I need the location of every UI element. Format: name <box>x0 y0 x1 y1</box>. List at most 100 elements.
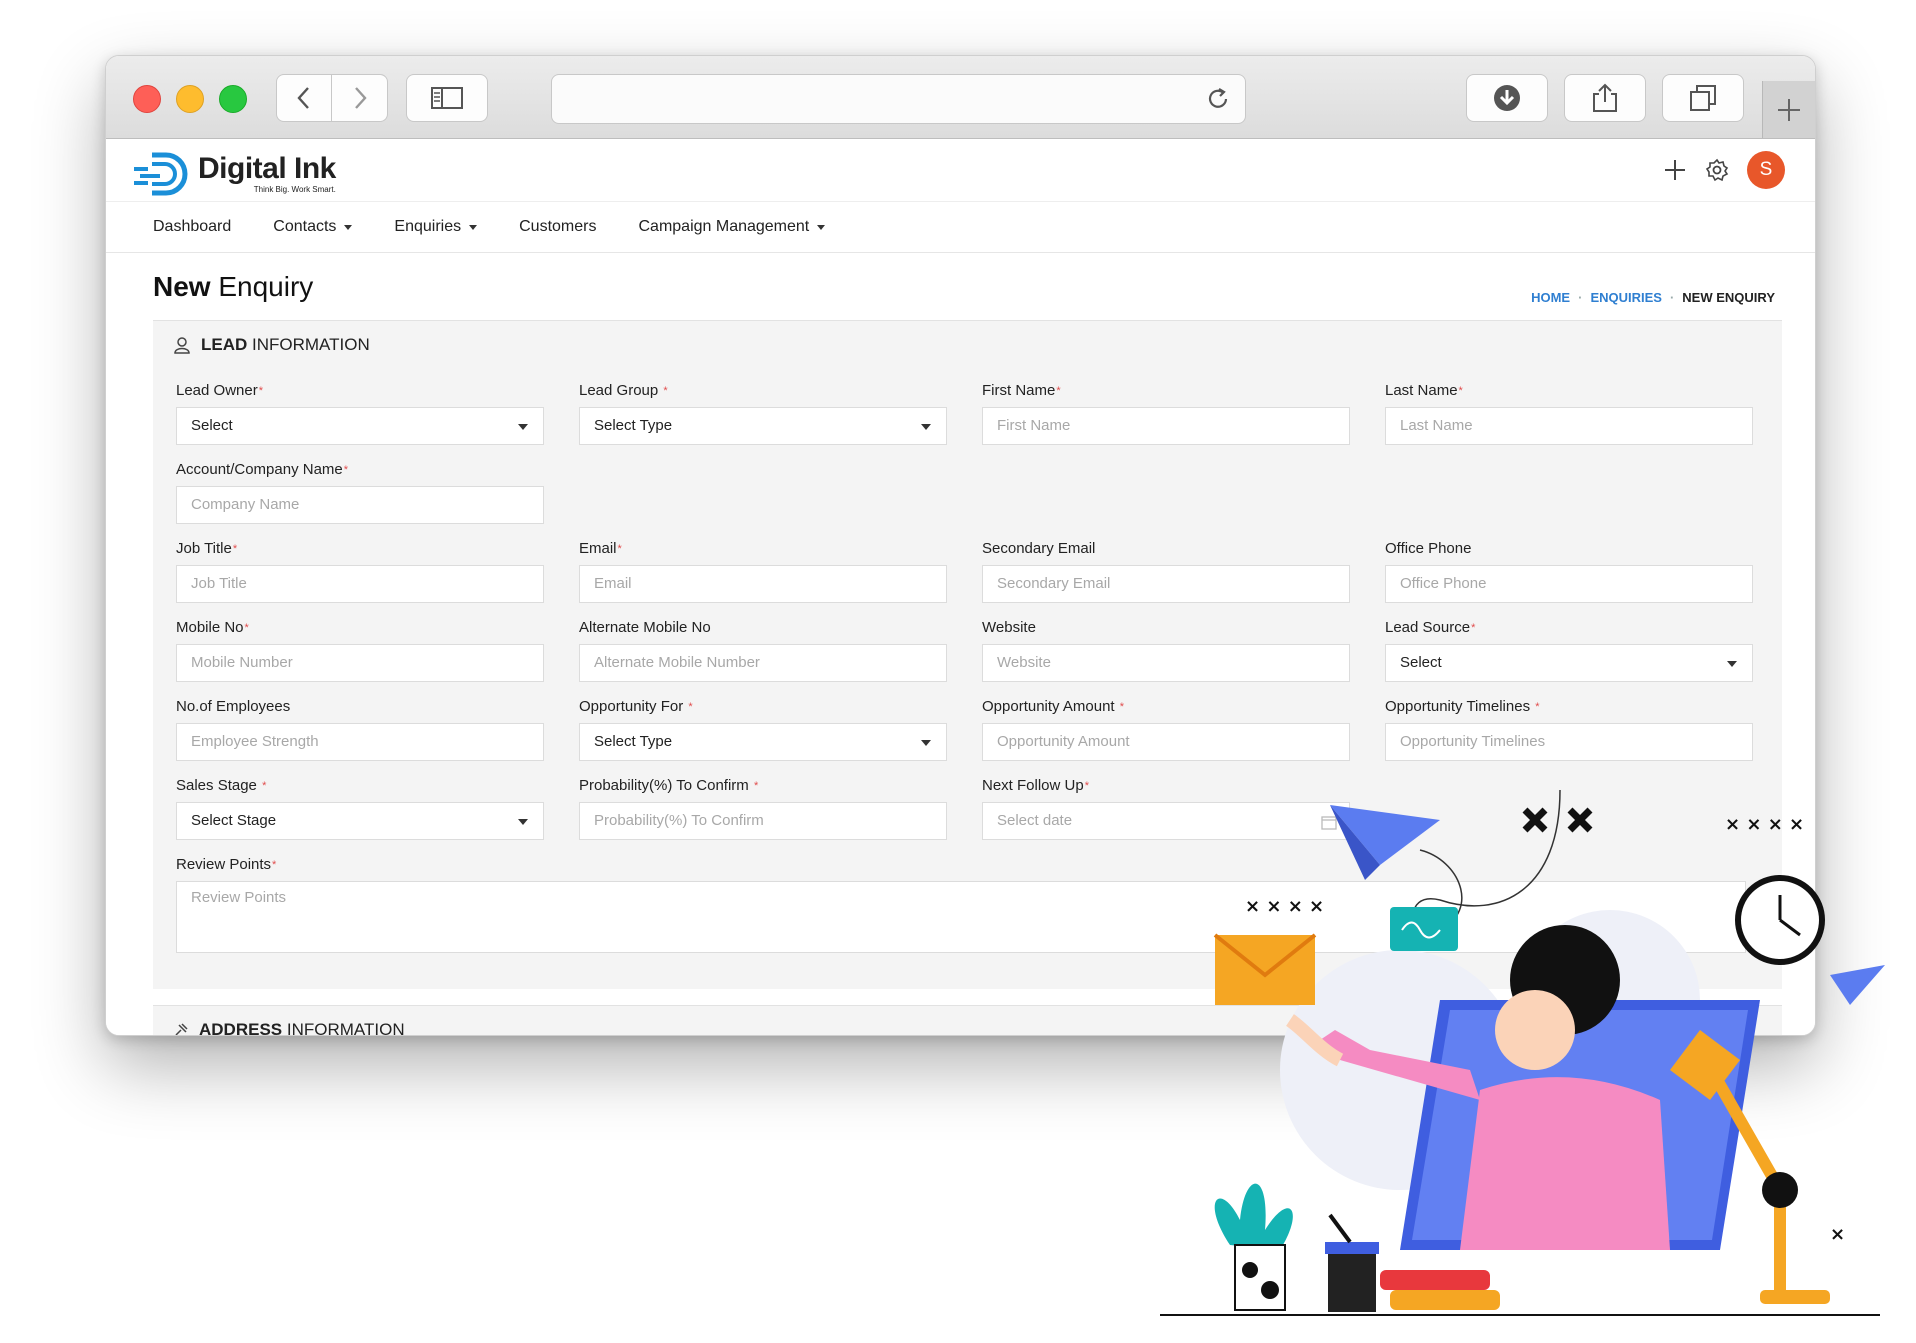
nav-label: Enquiries <box>394 218 462 235</box>
lead-source-select[interactable]: Select <box>1385 644 1753 682</box>
paper-plane-icon <box>1830 965 1885 1005</box>
nav-dashboard[interactable]: Dashboard <box>153 218 231 236</box>
address-bar[interactable] <box>551 74 1246 124</box>
pin-icon <box>175 1023 188 1035</box>
new-tab-button[interactable] <box>1762 81 1815 138</box>
email-input[interactable]: Email <box>579 565 947 603</box>
nav-label: Dashboard <box>153 218 232 235</box>
back-button[interactable] <box>276 74 332 122</box>
field-label: Opportunity For <box>579 698 684 715</box>
user-avatar[interactable]: S <box>1747 151 1785 189</box>
field-label: Website <box>982 619 1036 636</box>
lead-group-select[interactable]: Select Type <box>579 407 947 445</box>
field-label: Job Title <box>176 540 232 557</box>
dropdown-arrow-icon <box>518 424 528 430</box>
caret-down-icon <box>469 224 478 230</box>
main-content: New Enquiry HOME · ENQUIRIES · NEW ENQUI… <box>153 265 1782 1035</box>
reload-icon[interactable] <box>1205 86 1231 112</box>
website-input[interactable]: Website <box>982 644 1350 682</box>
website-field: Website Website <box>982 618 1350 682</box>
last-name-field: Last Name* Last Name <box>1385 381 1753 445</box>
employees-input[interactable]: Employee Strength <box>176 723 544 761</box>
browser-toolbar <box>106 56 1815 139</box>
secondary-email-field: Secondary Email Secondary Email <box>982 539 1350 603</box>
field-label: Alternate Mobile No <box>579 619 711 636</box>
chat-bubble-icon <box>1390 907 1458 951</box>
secondary-email-input[interactable]: Secondary Email <box>982 565 1350 603</box>
field-label: Email <box>579 540 617 557</box>
opportunity-timelines-field: Opportunity Timelines * Opportunity Time… <box>1385 697 1753 761</box>
office-phone-field: Office Phone Office Phone <box>1385 539 1753 603</box>
probability-input[interactable]: Probability(%) To Confirm <box>579 802 947 840</box>
last-name-input[interactable]: Last Name <box>1385 407 1753 445</box>
company-name-input[interactable]: Company Name <box>176 486 544 524</box>
brand-tagline: Think Big. Work Smart. <box>253 185 336 194</box>
mobile-input[interactable]: Mobile Number <box>176 644 544 682</box>
mobile-field: Mobile No* Mobile Number <box>176 618 544 682</box>
opportunity-amount-input[interactable]: Opportunity Amount <box>982 723 1350 761</box>
field-label: Last Name <box>1385 382 1458 399</box>
field-label: Lead Owner <box>176 382 258 399</box>
app-header: Digital Ink Think Big. Work Smart. S <box>106 139 1815 202</box>
field-label: Opportunity Amount <box>982 698 1115 715</box>
nav-contacts[interactable]: Contacts <box>273 218 353 236</box>
forward-button[interactable] <box>332 74 388 122</box>
field-label: Lead Group <box>579 382 659 399</box>
lead-source-field: Lead Source* Select <box>1385 618 1753 682</box>
job-title-field: Job Title* Job Title <box>176 539 544 603</box>
plant-icon <box>1214 1183 1293 1250</box>
sidebar-icon <box>431 87 463 109</box>
dropdown-arrow-icon <box>1727 661 1737 667</box>
logo-icon <box>134 152 188 196</box>
woman-body <box>1460 1077 1670 1250</box>
opportunity-for-select[interactable]: Select Type <box>579 723 947 761</box>
breadcrumb-separator: · <box>1578 290 1583 305</box>
svg-text:×: × <box>1830 1224 1845 1245</box>
field-label: Office Phone <box>1385 540 1472 557</box>
job-title-input[interactable]: Job Title <box>176 565 544 603</box>
field-label: Probability(%) To Confirm <box>579 777 749 794</box>
gear-icon[interactable] <box>1705 158 1729 182</box>
probability-field: Probability(%) To Confirm * Probability(… <box>579 776 947 840</box>
field-label: Review Points <box>176 856 272 873</box>
minimize-window-button[interactable] <box>176 85 204 113</box>
nav-customers[interactable]: Customers <box>519 218 596 236</box>
caret-down-icon <box>344 224 353 230</box>
lead-owner-field: Lead Owner* Select <box>176 381 544 445</box>
tabs-overview-button[interactable] <box>1662 74 1744 122</box>
share-button[interactable] <box>1564 74 1646 122</box>
field-label: Secondary Email <box>982 540 1096 557</box>
close-window-button[interactable] <box>133 85 161 113</box>
brand-logo[interactable]: Digital Ink Think Big. Work Smart. <box>132 151 336 197</box>
alternate-mobile-field: Alternate Mobile No Alternate Mobile Num… <box>579 618 947 682</box>
new-tab-icon <box>1778 98 1800 121</box>
dropdown-arrow-icon <box>518 819 528 825</box>
field-label: Sales Stage <box>176 777 257 794</box>
breadcrumb-enquiries[interactable]: ENQUIRIES <box>1590 290 1662 305</box>
share-icon <box>1593 83 1617 112</box>
nav-enquiries[interactable]: Enquiries <box>394 218 478 236</box>
field-label: Mobile No <box>176 619 244 636</box>
back-icon <box>297 87 309 109</box>
employees-field: No.of Employees Employee Strength <box>176 697 544 761</box>
company-name-field: Account/Company Name* Company Name <box>176 460 544 524</box>
first-name-input[interactable]: First Name <box>982 407 1350 445</box>
nav-campaign-management[interactable]: Campaign Management <box>638 218 826 236</box>
lead-owner-select[interactable]: Select <box>176 407 544 445</box>
opportunity-timelines-input[interactable]: Opportunity Timelines <box>1385 723 1753 761</box>
sales-stage-select[interactable]: Select Stage <box>176 802 544 840</box>
plus-icon[interactable] <box>1663 158 1687 182</box>
lead-group-field: Lead Group * Select Type <box>579 381 947 445</box>
breadcrumb-home[interactable]: HOME <box>1531 290 1570 305</box>
breadcrumb-separator: · <box>1669 290 1675 305</box>
alternate-mobile-input[interactable]: Alternate Mobile Number <box>579 644 947 682</box>
books-icon <box>1380 1270 1490 1290</box>
svg-text:× × × ×: × × × × <box>1725 814 1804 835</box>
field-label: Opportunity Timelines <box>1385 698 1531 715</box>
office-phone-input[interactable]: Office Phone <box>1385 565 1753 603</box>
zoom-window-button[interactable] <box>219 85 247 113</box>
downloads-button[interactable] <box>1466 74 1548 122</box>
field-label: Account/Company Name <box>176 461 343 478</box>
woman-at-computer-illustration: × × × × × × × × × <box>1160 789 1885 1316</box>
sidebar-button[interactable] <box>406 74 488 122</box>
